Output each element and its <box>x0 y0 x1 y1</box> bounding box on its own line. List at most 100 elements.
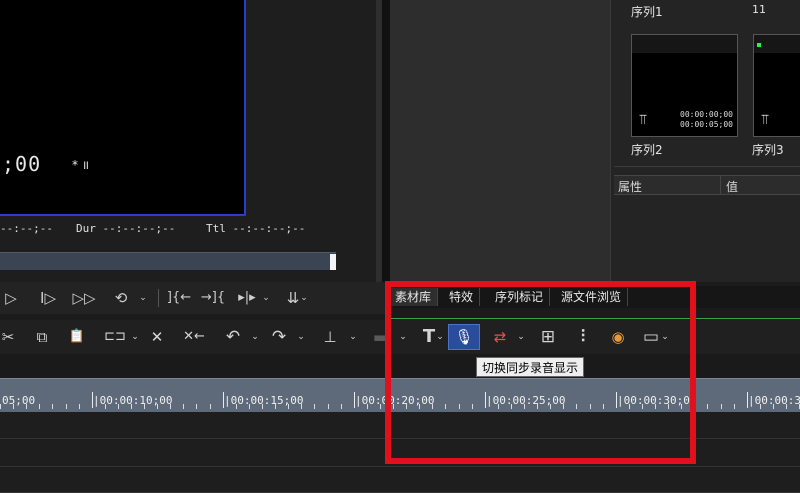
ruler-tick <box>642 404 643 409</box>
set-in-icon[interactable]: ]{← <box>164 286 194 310</box>
ruler-tick <box>66 404 67 409</box>
ruler-tick <box>262 404 263 409</box>
ruler-tick <box>681 404 682 409</box>
transport-divider <box>158 289 159 307</box>
ruler-tick <box>301 404 302 409</box>
redo-icon[interactable]: ↷ <box>268 325 290 349</box>
active-sequence-indicator <box>757 43 761 47</box>
ruler-tick <box>393 404 394 409</box>
ruler-tick <box>275 404 276 409</box>
ruler-tick <box>341 404 342 409</box>
chevron-down-icon[interactable]: ⌄ <box>300 286 308 310</box>
sync-record-tooltip: 切换同步录音显示 <box>476 357 585 377</box>
audio-mixer-icon[interactable]: ⫶ <box>570 325 596 349</box>
timeline-header-gap <box>0 354 800 378</box>
ruler-tick <box>354 392 355 408</box>
tab-source-browser[interactable]: 源文件浏览 <box>555 288 629 306</box>
chevron-down-icon[interactable]: ⌄ <box>130 325 140 349</box>
chevron-down-icon[interactable]: ⌄ <box>296 325 306 349</box>
thumbnail-tc-in: 00:00:00;00 <box>680 110 733 119</box>
insert-icon[interactable]: ▸|▸ <box>232 286 262 310</box>
preview-screen[interactable] <box>0 0 246 216</box>
ruler-tick <box>183 404 184 409</box>
ruler-tick <box>511 404 512 409</box>
ruler-tick <box>721 404 722 409</box>
chevron-down-icon[interactable]: ⌄ <box>137 286 149 310</box>
grid-icon[interactable]: ⊞ <box>536 325 560 349</box>
ruler-tick <box>105 404 106 409</box>
mix-icon[interactable]: ⇄ <box>486 325 514 349</box>
split-icon[interactable]: ⊥ <box>318 325 342 349</box>
ruler-tick <box>367 404 368 409</box>
sequence-label: 序列1 <box>631 5 663 19</box>
ruler-tick <box>223 392 224 408</box>
total-readout: Ttl --:--:--;-- <box>206 222 306 235</box>
column-divider[interactable] <box>720 176 721 194</box>
ruler-label: 05;00 <box>2 394 36 407</box>
ruler-tick <box>196 404 197 409</box>
ruler-tick <box>79 404 80 409</box>
paste-icon[interactable]: 📋 <box>66 325 88 349</box>
chevron-down-icon[interactable]: ⌄ <box>660 325 670 349</box>
tab-sequence-markers[interactable]: 序列标记 <box>489 288 551 306</box>
set-out-icon[interactable]: →]{ <box>198 286 228 310</box>
ruler-tick <box>576 404 577 409</box>
ripple-delete-icon[interactable]: ✕← <box>180 325 208 349</box>
ruler-tick <box>328 404 329 409</box>
transport-controls: ▷ I▷ ▷▷ ⟲ ⌄ ]{← →]{ ▸|▸ ⌄ ⇊ ⌄ <box>0 282 385 314</box>
ruler-tick <box>760 404 761 409</box>
scrub-handle[interactable] <box>330 254 336 270</box>
thumbnail-header <box>632 35 737 53</box>
timeline-track[interactable] <box>0 440 800 467</box>
sequence-thumbnail[interactable]: ⫪ <box>753 34 800 137</box>
value-column-header[interactable]: 值 <box>726 178 738 195</box>
divider <box>614 166 800 167</box>
ruler-tick <box>734 404 735 409</box>
sequence-label: 11 <box>752 3 766 16</box>
ruler-tick <box>314 404 315 409</box>
ruler-tick <box>432 404 433 409</box>
ruler-tick <box>563 404 564 409</box>
loop-playback-icon[interactable]: ⟲ <box>108 286 134 310</box>
library-content-area[interactable] <box>390 0 610 282</box>
sequence-label: 序列2 <box>631 143 663 157</box>
timeline-track[interactable] <box>0 412 800 439</box>
ruler-tick <box>616 392 617 408</box>
copy-icon[interactable]: ⧉ <box>32 325 52 349</box>
ruler-tick <box>485 392 486 408</box>
chevron-down-icon[interactable]: ⌄ <box>398 325 408 349</box>
sync-record-toggle-button[interactable]: 🎙 <box>448 324 480 350</box>
chevron-down-icon[interactable]: ⌄ <box>348 325 358 349</box>
ruler-label: |00:00:3 <box>748 394 800 407</box>
ruler-tick <box>603 404 604 409</box>
chevron-down-icon[interactable]: ⌄ <box>516 325 526 349</box>
sequence-thumbnail[interactable]: ⫪ 00:00:00;00 00:00:05;00 <box>631 34 738 137</box>
ruler-tick <box>472 404 473 409</box>
undo-icon[interactable]: ↶ <box>222 325 244 349</box>
chevron-down-icon[interactable]: ⌄ <box>250 325 260 349</box>
next-frame-icon[interactable]: I▷ <box>34 286 62 310</box>
ruler-tick <box>236 404 237 409</box>
tab-library[interactable]: 素材库 <box>389 288 439 306</box>
ruler-tick <box>419 404 420 409</box>
ruler-tick <box>131 404 132 409</box>
play-icon[interactable]: ▷ <box>0 286 22 310</box>
ruler-tick <box>157 404 158 409</box>
tab-effects[interactable]: 特效 <box>443 288 481 306</box>
mode-icon[interactable]: ⊏⊐ <box>102 325 128 349</box>
sequence-bin[interactable]: 序列1 11 ⫪ 00:00:00;00 00:00:05;00 ⫪ 序列2 序… <box>610 0 800 282</box>
property-column-header[interactable]: 属性 <box>618 178 642 195</box>
sequence-icon: ⫪ <box>761 112 769 128</box>
camera-icon[interactable]: ▬ <box>366 325 394 349</box>
ruler-tick <box>39 404 40 409</box>
chevron-down-icon[interactable]: ⌄ <box>262 286 270 310</box>
chevron-down-icon[interactable]: ⌄ <box>436 325 444 349</box>
fast-forward-icon[interactable]: ▷▷ <box>68 286 100 310</box>
delete-icon[interactable]: ✕ <box>146 325 168 349</box>
cut-icon[interactable]: ✂ <box>0 325 16 349</box>
timeline-track[interactable] <box>0 468 800 493</box>
ruler-tick <box>445 404 446 409</box>
preview-scrub-bar[interactable] <box>0 252 336 270</box>
color-correction-icon[interactable]: ◉ <box>606 325 630 349</box>
ruler-tick <box>52 404 53 409</box>
